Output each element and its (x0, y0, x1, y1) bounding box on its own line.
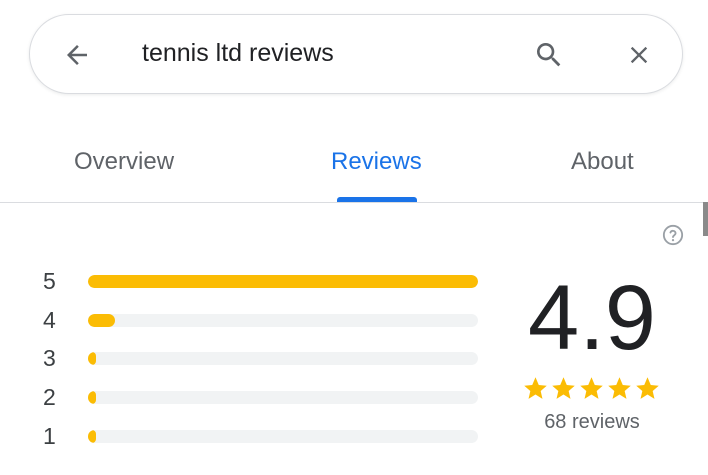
tab-reviews[interactable]: Reviews (331, 148, 422, 176)
close-icon[interactable] (625, 41, 653, 69)
histogram-track (88, 352, 478, 365)
tab-about[interactable]: About (571, 148, 634, 176)
scrollbar-thumb[interactable] (703, 202, 708, 236)
histogram-bar (88, 275, 478, 288)
review-count[interactable]: 68 reviews (492, 411, 692, 434)
star-icon (552, 377, 575, 399)
tab-bar: Overview Reviews About (0, 130, 708, 202)
star-icon (524, 377, 547, 399)
histogram-track (88, 275, 478, 288)
histogram-bar (88, 352, 96, 365)
average-rating: 4.9 (528, 267, 656, 369)
back-arrow-icon[interactable] (62, 40, 92, 70)
tab-divider (0, 202, 708, 203)
histogram-label: 3 (43, 345, 56, 371)
star-rating (522, 375, 662, 405)
tab-overview[interactable]: Overview (74, 148, 174, 176)
histogram-track (88, 391, 478, 404)
star-icon (580, 377, 603, 399)
histogram-bar (88, 430, 96, 443)
histogram-label: 1 (43, 423, 56, 449)
search-icon[interactable] (533, 39, 565, 71)
histogram-label: 2 (43, 384, 56, 410)
search-bar[interactable]: tennis ltd reviews (29, 14, 683, 94)
histogram-label: 5 (43, 268, 56, 294)
histogram-bar (88, 391, 96, 404)
star-icon (636, 377, 659, 399)
histogram-bar (88, 314, 116, 327)
histogram-track (88, 314, 478, 327)
histogram-track (88, 430, 478, 443)
histogram-label: 4 (43, 307, 56, 333)
help-icon[interactable] (662, 224, 684, 246)
star-icon (608, 377, 631, 399)
search-input[interactable]: tennis ltd reviews (142, 39, 334, 68)
